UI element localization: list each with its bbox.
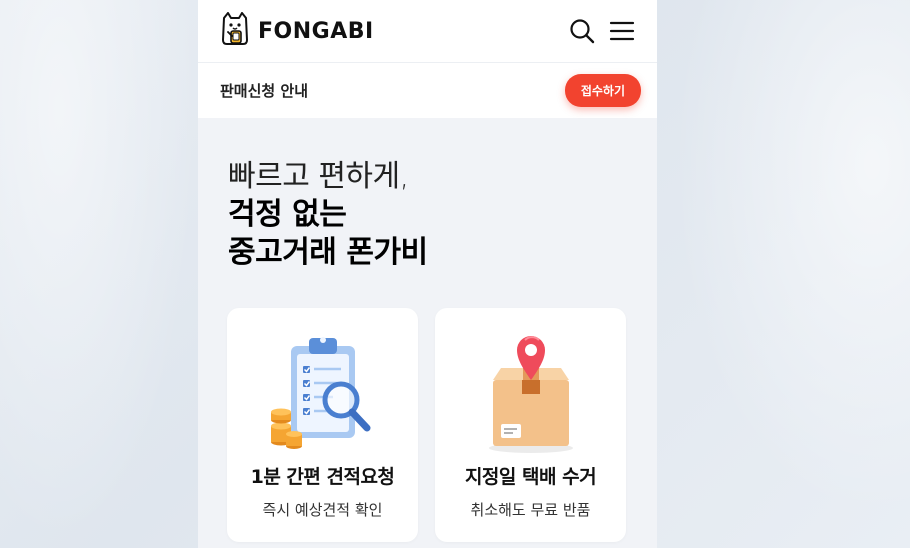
- cat-mascot-icon: [220, 12, 250, 50]
- card-subtitle: 취소해도 무료 반품: [470, 501, 591, 519]
- feature-cards: 1분 간편 견적요청 즉시 예상견적 확인 지정일 택배 수거 취소해도 무료 …: [227, 308, 626, 542]
- parcel-box-pin-icon: [461, 328, 601, 458]
- hero-headline-bold-1: 걱정 없는: [228, 197, 347, 232]
- brand-name: FONGABI: [258, 18, 374, 44]
- card-title: 지정일 택배 수거: [464, 466, 597, 488]
- sale-request-notice-bar: 판매신청 안내 접수하기: [198, 63, 657, 118]
- hero-headline-light: 빠르고 편하게,: [228, 159, 409, 194]
- hero-headline-bold-2: 중고거래 폰가비: [228, 235, 428, 270]
- notice-title[interactable]: 판매신청 안내: [220, 80, 308, 101]
- apply-button[interactable]: 접수하기: [564, 74, 641, 107]
- hero-section: 빠르고 편하게, 걱정 없는 중고거래 폰가비: [198, 118, 657, 272]
- search-icon[interactable]: [569, 18, 595, 44]
- feature-card-quote[interactable]: 1분 간편 견적요청 즉시 예상견적 확인: [227, 308, 418, 542]
- logo[interactable]: FONGABI: [220, 12, 374, 50]
- hamburger-menu-icon[interactable]: [609, 18, 635, 44]
- background-right: [657, 0, 910, 548]
- feature-card-pickup[interactable]: 지정일 택배 수거 취소해도 무료 반품: [435, 308, 626, 542]
- clipboard-magnifier-icon: [253, 328, 393, 458]
- mobile-app-frame: FONGABI 판매신청 안내 접수하기 빠르고 편하게, 걱정 없는 중고거래…: [198, 0, 657, 548]
- card-subtitle: 즉시 예상견적 확인: [262, 501, 383, 519]
- background-left: [0, 0, 198, 548]
- card-title: 1분 간편 견적요청: [250, 466, 395, 488]
- top-header: FONGABI: [198, 0, 657, 63]
